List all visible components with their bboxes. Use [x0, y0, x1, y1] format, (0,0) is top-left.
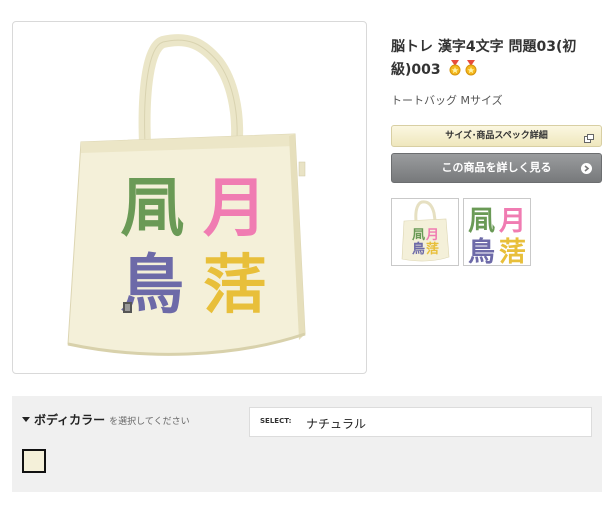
design-char-2: 月 — [203, 172, 267, 246]
design-char-1: 凬 — [120, 172, 184, 246]
spec-details-label: サイズ･商品スペック詳細 — [445, 131, 548, 141]
selected-color-value: ナチュラル — [306, 417, 367, 431]
medal-icon — [448, 60, 462, 84]
external-window-icon — [584, 131, 594, 151]
product-subtitle: トートバッグ Mサイズ — [391, 94, 503, 107]
thumb1-char-4: 萿 — [426, 241, 439, 257]
design-char-4: 萿 — [203, 249, 267, 323]
tote-bag-image: 凬 月 鳥 萿 — [67, 34, 306, 356]
color-swatch-natural[interactable] — [22, 449, 46, 473]
body-color-label: ボディカラー — [34, 413, 106, 427]
product-title: 脳トレ 漢字4文字 問題03(初級)003 — [391, 36, 606, 84]
color-select[interactable]: SELECT: ナチュラル — [249, 407, 592, 437]
view-details-label: この商品を詳しく見る — [441, 161, 552, 174]
select-label: SELECT: — [260, 417, 292, 425]
body-color-hint: を選択してください — [109, 417, 190, 427]
view-details-button[interactable]: この商品を詳しく見る — [391, 153, 602, 183]
body-color-heading[interactable]: ボディカラー を選択してください — [22, 411, 190, 428]
thumb1-char-3: 鳥 — [412, 241, 425, 257]
thumb2-char-4: 萿 — [499, 237, 526, 265]
body-color-panel: ボディカラー を選択してください SELECT: ナチュラル — [12, 396, 602, 492]
triangle-down-icon — [22, 417, 30, 422]
thumb1-char-2: 月 — [425, 228, 439, 243]
thumb2-char-1: 凬 — [468, 206, 495, 237]
product-title-text: 脳トレ 漢字4文字 問題03(初級)003 — [391, 39, 577, 78]
main-product-image[interactable]: 凬 月 鳥 萿 — [12, 21, 367, 374]
thumb2-char-3: 鳥 — [468, 237, 495, 265]
thumbnail-design[interactable]: 凬 月 鳥 萿 — [463, 198, 531, 268]
thumbnail-product[interactable]: 凬 月 鳥 萿 — [391, 198, 459, 266]
chevron-right-icon — [581, 163, 592, 174]
thumb2-char-2: 月 — [498, 206, 526, 237]
spec-details-button[interactable]: サイズ･商品スペック詳細 — [391, 125, 602, 147]
medal-icon — [464, 60, 478, 84]
thumb1-char-1: 凬 — [412, 228, 425, 243]
